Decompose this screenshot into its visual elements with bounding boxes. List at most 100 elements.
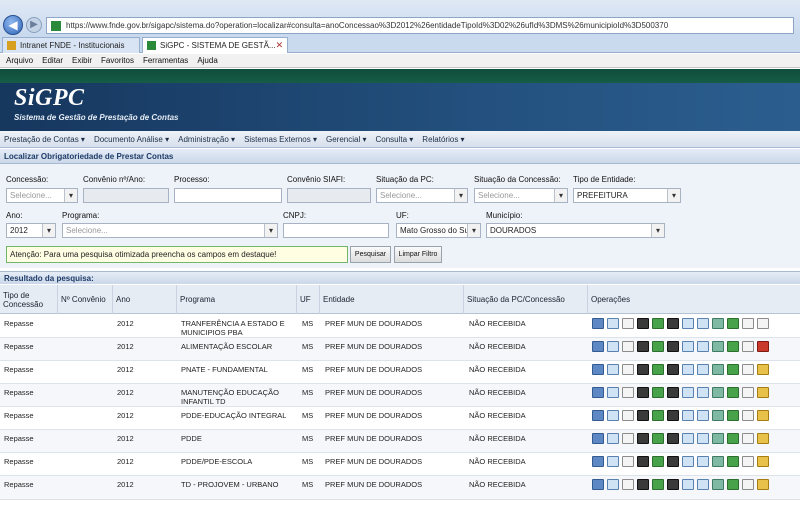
document-icon[interactable] — [622, 433, 634, 444]
image-icon[interactable] — [682, 479, 694, 490]
document-icon[interactable] — [622, 318, 634, 329]
print-icon[interactable] — [637, 341, 649, 352]
status-icon[interactable] — [757, 364, 769, 375]
document-icon[interactable] — [622, 387, 634, 398]
document-icon[interactable] — [622, 341, 634, 352]
export-icon[interactable] — [607, 341, 619, 352]
app-menu-administracao[interactable]: Administração ▾ — [178, 135, 235, 144]
tipo-entidade-select[interactable]: PREFEITURA — [573, 188, 681, 203]
table-row[interactable]: Repasse 2012 PDDE/PDE-ESCOLA MS PREF MUN DE … — [0, 453, 800, 476]
report-icon[interactable] — [742, 387, 754, 398]
user-icon[interactable] — [667, 456, 679, 467]
user-icon[interactable] — [667, 318, 679, 329]
report-icon[interactable] — [742, 433, 754, 444]
menu-ajuda[interactable]: Ajuda — [197, 56, 217, 65]
add-icon[interactable] — [727, 341, 739, 352]
menu-arquivo[interactable]: Arquivo — [6, 56, 33, 65]
grid-icon[interactable] — [592, 318, 604, 329]
image-icon[interactable] — [682, 341, 694, 352]
status-icon[interactable] — [757, 410, 769, 421]
image-icon[interactable] — [682, 387, 694, 398]
tab-sigpc[interactable]: SiGPC - SISTEMA DE GESTÃ... ✕ — [142, 37, 288, 53]
history-icon[interactable] — [712, 433, 724, 444]
table-row[interactable]: Repasse 2012 PDDE-EDUCAÇÃO INTEGRAL MS PREF … — [0, 407, 800, 430]
programa-select[interactable]: Selecione... — [62, 223, 278, 238]
menu-ferramentas[interactable]: Ferramentas — [143, 56, 188, 65]
image-icon[interactable] — [682, 410, 694, 421]
export-icon[interactable] — [607, 479, 619, 490]
cnpj-field[interactable] — [283, 223, 389, 238]
app-menu-relatorios[interactable]: Relatórios ▾ — [422, 135, 464, 144]
add-icon[interactable] — [727, 433, 739, 444]
user-icon[interactable] — [667, 387, 679, 398]
attach-icon[interactable] — [697, 479, 709, 490]
add-icon[interactable] — [727, 387, 739, 398]
attach-icon[interactable] — [697, 364, 709, 375]
grid-icon[interactable] — [592, 387, 604, 398]
grid-icon[interactable] — [592, 341, 604, 352]
status-icon[interactable] — [757, 433, 769, 444]
convenio-field[interactable] — [83, 188, 169, 203]
table-row[interactable]: Repasse 2012 PNATE - FUNDAMENTAL MS PREF MUN… — [0, 361, 800, 384]
history-icon[interactable] — [712, 341, 724, 352]
user-icon[interactable] — [667, 341, 679, 352]
document-icon[interactable] — [622, 364, 634, 375]
add-icon[interactable] — [727, 364, 739, 375]
export-icon[interactable] — [607, 318, 619, 329]
image-icon[interactable] — [682, 456, 694, 467]
attach-icon[interactable] — [697, 318, 709, 329]
status-icon[interactable] — [757, 318, 769, 329]
refresh-icon[interactable] — [652, 387, 664, 398]
uf-select[interactable]: Mato Grosso do Sul — [396, 223, 481, 238]
history-icon[interactable] — [712, 318, 724, 329]
siafi-field[interactable] — [287, 188, 371, 203]
print-icon[interactable] — [637, 318, 649, 329]
report-icon[interactable] — [742, 341, 754, 352]
status-icon[interactable] — [757, 456, 769, 467]
print-icon[interactable] — [637, 456, 649, 467]
refresh-icon[interactable] — [652, 318, 664, 329]
print-icon[interactable] — [637, 433, 649, 444]
status-icon[interactable] — [757, 479, 769, 490]
app-menu-consulta[interactable]: Consulta ▾ — [375, 135, 413, 144]
grid-icon[interactable] — [592, 364, 604, 375]
status-icon[interactable] — [757, 341, 769, 352]
attach-icon[interactable] — [697, 387, 709, 398]
report-icon[interactable] — [742, 456, 754, 467]
history-icon[interactable] — [712, 410, 724, 421]
table-row[interactable]: Repasse 2012 TD - PROJOVEM - URBANO MS PREF … — [0, 476, 800, 500]
concessao-select[interactable]: Selecione... — [6, 188, 78, 203]
report-icon[interactable] — [742, 318, 754, 329]
processo-field[interactable] — [174, 188, 282, 203]
table-row[interactable]: Repasse 2012 PDDE MS PREF MUN DE DOURADOS NÃO… — [0, 430, 800, 453]
close-tab-icon[interactable]: ✕ — [276, 40, 284, 51]
refresh-icon[interactable] — [652, 341, 664, 352]
document-icon[interactable] — [622, 410, 634, 421]
image-icon[interactable] — [682, 318, 694, 329]
user-icon[interactable] — [667, 433, 679, 444]
history-icon[interactable] — [712, 364, 724, 375]
url-field[interactable]: https://www.fnde.gov.br/sigapc/sistema.d… — [46, 17, 794, 34]
table-row[interactable]: Repasse 2012 MANUTENÇÃO EDUCAÇÃO INFANTIL … — [0, 384, 800, 407]
grid-icon[interactable] — [592, 433, 604, 444]
app-menu-gerencial[interactable]: Gerencial ▾ — [326, 135, 366, 144]
export-icon[interactable] — [607, 387, 619, 398]
refresh-icon[interactable] — [652, 456, 664, 467]
status-icon[interactable] — [757, 387, 769, 398]
attach-icon[interactable] — [697, 433, 709, 444]
report-icon[interactable] — [742, 364, 754, 375]
image-icon[interactable] — [682, 433, 694, 444]
export-icon[interactable] — [607, 410, 619, 421]
app-menu-prestacao[interactable]: Prestação de Contas ▾ — [4, 135, 85, 144]
refresh-icon[interactable] — [652, 479, 664, 490]
menu-exibir[interactable]: Exibir — [72, 56, 92, 65]
situacao-pc-select[interactable]: Selecione... — [376, 188, 468, 203]
history-icon[interactable] — [712, 456, 724, 467]
attach-icon[interactable] — [697, 341, 709, 352]
app-menu-sistemas[interactable]: Sistemas Externos ▾ — [244, 135, 317, 144]
table-row[interactable]: Repasse 2012 ALIMENTAÇÃO ESCOLAR MS PREF MUN… — [0, 338, 800, 361]
grid-icon[interactable] — [592, 410, 604, 421]
refresh-icon[interactable] — [652, 410, 664, 421]
grid-icon[interactable] — [592, 479, 604, 490]
app-menu-documento[interactable]: Documento Análise ▾ — [94, 135, 169, 144]
